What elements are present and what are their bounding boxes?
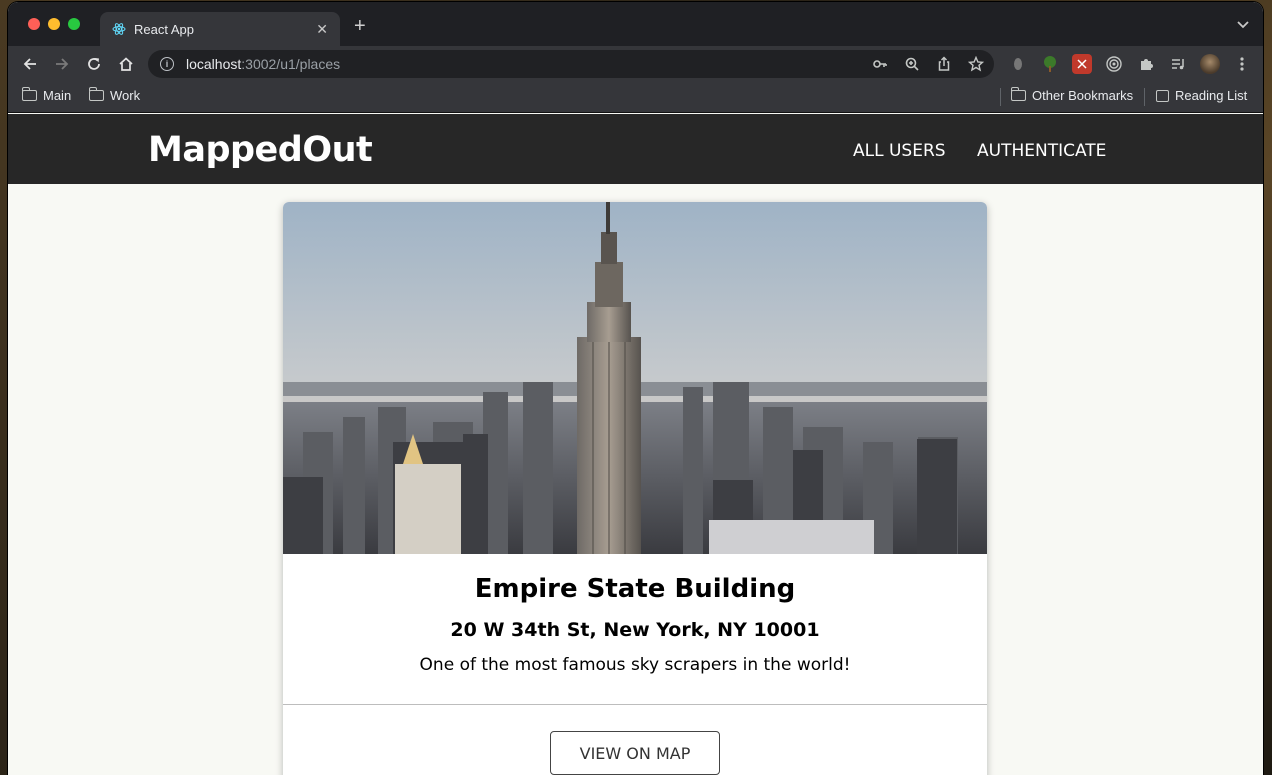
tab-title: React App — [134, 21, 194, 37]
place-address: 20 W 34th St, New York, NY 10001 — [450, 619, 820, 641]
bookmark-main[interactable]: Main — [21, 87, 72, 103]
folder-icon — [21, 87, 37, 101]
bookmarks-bar: Main Work Other Bookmarks Reading List — [8, 82, 1263, 113]
reload-icon[interactable] — [84, 54, 104, 74]
bookmark-label: Reading List — [1175, 88, 1248, 103]
star-icon[interactable] — [966, 54, 986, 74]
address-bar-actions — [870, 54, 986, 74]
place-title: Empire State Building — [474, 574, 796, 604]
forward-icon[interactable] — [52, 54, 72, 74]
place-card: Empire State Building 20 W 34th St, New … — [283, 202, 987, 775]
maximize-window-button[interactable] — [68, 18, 80, 30]
reading-list-icon — [1156, 89, 1169, 102]
tab-strip: React App ✕ + — [8, 2, 1263, 46]
key-icon[interactable] — [870, 54, 890, 74]
brand-logo[interactable]: MappedOut — [148, 130, 373, 170]
folder-icon — [1010, 87, 1026, 101]
react-icon — [112, 22, 126, 36]
card-divider — [283, 704, 987, 705]
avatar[interactable] — [1200, 54, 1220, 74]
page-content: MappedOut ALL USERS AUTHENTICATE Empire … — [8, 114, 1263, 775]
nav-all-users[interactable]: ALL USERS — [853, 141, 946, 161]
media-control-icon[interactable] — [1168, 54, 1188, 74]
browser-window: React App ✕ + i localhost:3002/u1/places — [8, 2, 1263, 775]
bookmark-separator — [1144, 88, 1145, 106]
back-icon[interactable] — [20, 54, 40, 74]
url-path: :3002/u1/places — [241, 56, 341, 72]
bookmark-work[interactable]: Work — [88, 87, 141, 103]
minimize-window-button[interactable] — [48, 18, 60, 30]
folder-icon — [88, 87, 104, 101]
close-tab-icon[interactable]: ✕ — [316, 21, 328, 38]
extension-grey-icon[interactable] — [1008, 54, 1028, 74]
home-icon[interactable] — [116, 54, 136, 74]
new-tab-button[interactable]: + — [354, 16, 366, 36]
tab-search-icon[interactable] — [1237, 18, 1249, 32]
view-on-map-button[interactable]: VIEW ON MAP — [550, 731, 720, 775]
bookmark-label: Other Bookmarks — [1032, 88, 1134, 103]
kebab-menu-icon[interactable] — [1232, 54, 1252, 74]
place-description: One of the most famous sky scrapers in t… — [419, 655, 851, 675]
puzzle-icon[interactable] — [1136, 54, 1156, 74]
extension-tree-icon[interactable] — [1040, 54, 1060, 74]
close-window-button[interactable] — [28, 18, 40, 30]
place-image — [283, 202, 987, 554]
url-host: localhost — [186, 56, 242, 72]
share-icon[interactable] — [934, 54, 954, 74]
extensions-bar — [1008, 54, 1252, 74]
tab-react-app[interactable]: React App ✕ — [100, 12, 340, 46]
bookmark-separator — [1000, 88, 1001, 106]
bookmark-label: Main — [43, 88, 72, 103]
zoom-icon[interactable] — [902, 54, 922, 74]
bookmark-other[interactable]: Other Bookmarks — [1010, 87, 1134, 103]
bookmark-reading-list[interactable]: Reading List — [1156, 88, 1247, 103]
site-info-icon[interactable]: i — [160, 57, 174, 71]
nav-authenticate[interactable]: AUTHENTICATE — [977, 141, 1106, 161]
extension-red-icon[interactable] — [1072, 54, 1092, 74]
browser-toolbar: i localhost:3002/u1/places — [8, 46, 1263, 82]
app-header: MappedOut ALL USERS AUTHENTICATE — [8, 114, 1263, 184]
extension-target-icon[interactable] — [1104, 54, 1124, 74]
bookmark-label: Work — [110, 88, 141, 103]
address-bar[interactable]: i localhost:3002/u1/places — [148, 50, 994, 78]
